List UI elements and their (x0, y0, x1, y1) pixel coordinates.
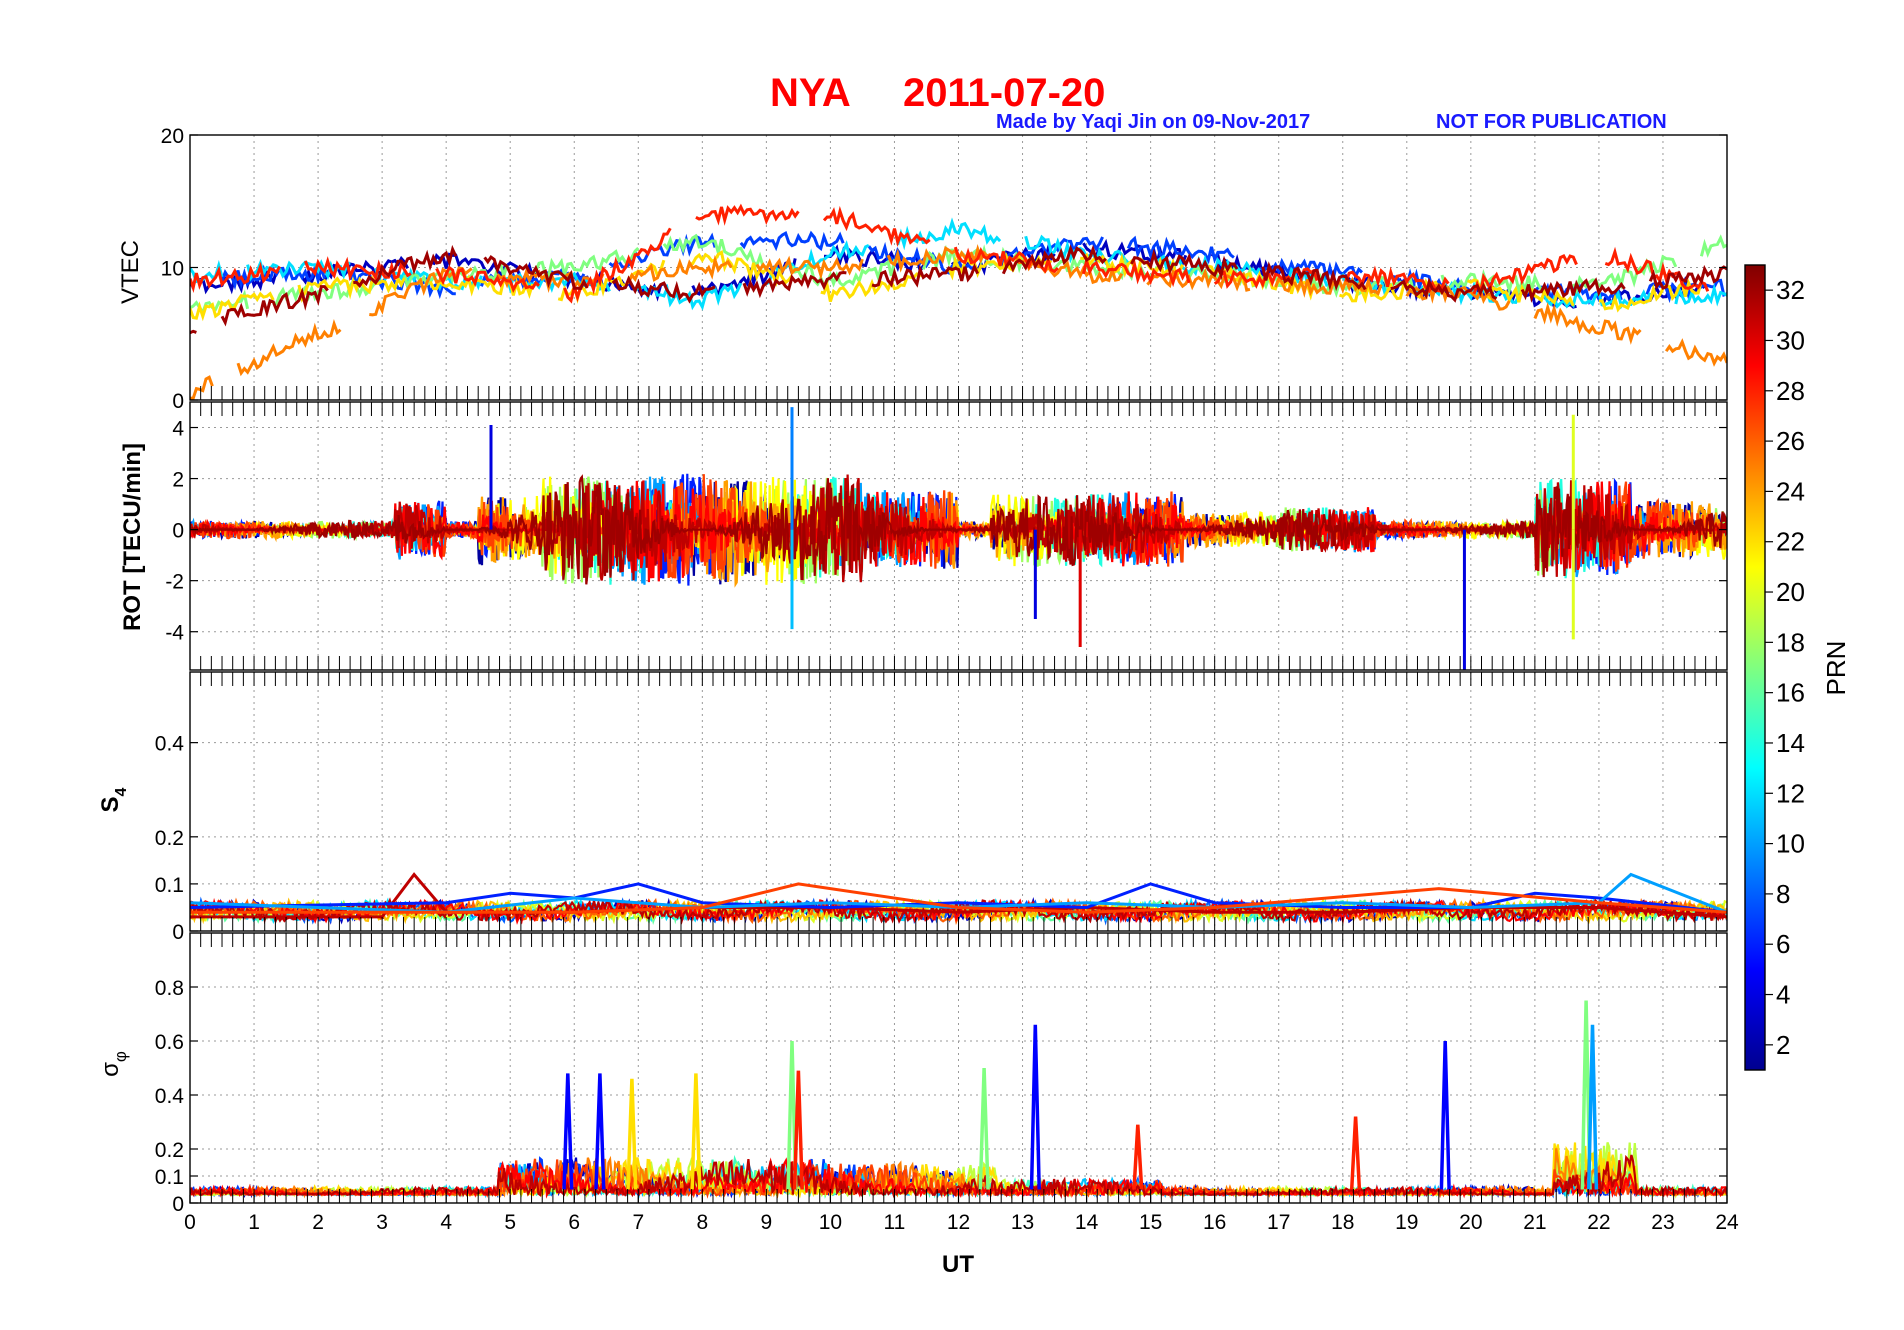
colorbar-tick-label: 28 (1776, 376, 1805, 406)
vtec-panel: 0 10 20 (161, 125, 1728, 413)
y-tick-label: 0 (172, 390, 184, 413)
y-tick-label: 0.1 (155, 874, 184, 897)
x-tick-label: 9 (761, 1211, 773, 1234)
y-tick-label: -2 (165, 571, 184, 594)
sigma-phi-panel: 00.10.20.40.60.80 1 2 3 4 5 6 7 8 9 10 11 12 13 14 15 16… (155, 932, 1739, 1234)
sigma-spike-prn-5 (1029, 1024, 1041, 1190)
sigma-spike-prn-5 (1439, 1040, 1451, 1190)
x-tick-label: 18 (1331, 1211, 1354, 1234)
x-tick-label: 4 (440, 1211, 452, 1234)
colorbar-tick-label: 22 (1776, 527, 1805, 557)
x-tick-label: 15 (1139, 1211, 1162, 1234)
x-tick-label: 14 (1075, 1211, 1099, 1234)
prn-colorbar: 2468101214161820222426283032 PRN (1744, 264, 1851, 1071)
figure: NYA 2011-07-20 Made by Yaqi Jin on 09-No… (97, 71, 1851, 1278)
colorbar-tick-label: 16 (1776, 678, 1805, 708)
y-tick-label: 0.1 (155, 1166, 184, 1189)
colorbar-tick-label: 6 (1776, 929, 1790, 959)
sigma-phi-axis-label: σφ (97, 1051, 130, 1077)
x-tick-label: 8 (696, 1211, 708, 1234)
x-tick-label: 23 (1651, 1211, 1674, 1234)
colorbar-tick-label: 24 (1776, 476, 1805, 506)
x-tick-label: 7 (632, 1211, 644, 1234)
y-tick-label: 0.4 (155, 733, 185, 756)
colorbar-tick-label: 14 (1776, 728, 1805, 758)
sigma-spike-prn-28 (1349, 1116, 1362, 1190)
title-station: NYA (770, 71, 851, 115)
colorbar-tick-label: 32 (1776, 275, 1805, 305)
panel-frame (189, 671, 1728, 932)
y-tick-label: 0 (172, 520, 184, 543)
x-tick-label: 10 (819, 1211, 842, 1234)
x-tick-label: 19 (1395, 1211, 1418, 1234)
x-tick-label: 20 (1459, 1211, 1482, 1234)
x-tick-label: 21 (1523, 1211, 1546, 1234)
colorbar-tick-label: 8 (1776, 879, 1790, 909)
colorbar-strip (1744, 264, 1766, 1071)
x-tick-label: 1 (248, 1211, 260, 1234)
x-tick-label: 22 (1587, 1211, 1610, 1234)
y-tick-label: 0 (172, 921, 184, 944)
x-tick-label: 13 (1011, 1211, 1034, 1234)
y-tick-label: 4 (172, 418, 184, 441)
data-layer (190, 872, 1727, 926)
colorbar-tick-label: 26 (1776, 426, 1805, 456)
vtec-axis-label: VTEC (117, 240, 144, 304)
y-tick-label: -4 (165, 622, 184, 645)
s4-panel: 0 0.1 0.2 0.4 (155, 671, 1728, 944)
y-tick-label: 0.2 (155, 827, 184, 850)
y-tick-label: 0.2 (155, 1139, 184, 1162)
colorbar-tick-label: 4 (1776, 980, 1790, 1010)
x-tick-label: 3 (376, 1211, 388, 1234)
x-tick-label: 5 (504, 1211, 516, 1234)
x-tick-label: 11 (884, 1211, 906, 1234)
y-tick-label: 0.8 (155, 977, 184, 1000)
colorbar-tick-label: 10 (1776, 829, 1805, 859)
y-tick-label: 10 (161, 258, 184, 281)
x-tick-label: 12 (947, 1211, 970, 1234)
colorbar-tick-label: 12 (1776, 778, 1805, 808)
credit-notice: NOT FOR PUBLICATION (1436, 111, 1667, 133)
colorbar-tick-label: 30 (1776, 325, 1805, 355)
y-tick-label: 0.4 (155, 1085, 185, 1108)
x-tick-label: 17 (1267, 1211, 1290, 1234)
colorbar-label: PRN (1821, 641, 1851, 696)
x-tick-label: 2 (312, 1211, 324, 1234)
colorbar-tick-label: 20 (1776, 577, 1805, 607)
x-tick-label: 6 (568, 1211, 580, 1234)
x-tick-label: 16 (1203, 1211, 1226, 1234)
colorbar-tick-label: 2 (1776, 1030, 1790, 1060)
x-axis-label: UT (942, 1251, 974, 1278)
credit-made-by: Made by Yaqi Jin on 09-Nov-2017 (996, 111, 1310, 133)
rot-axis-label: ROT [TECU/min] (119, 443, 146, 631)
colorbar-tick-label: 18 (1776, 627, 1805, 657)
y-tick-label: 2 (172, 469, 184, 492)
x-tick-label: 0 (184, 1211, 196, 1234)
y-tick-label: 0.6 (155, 1031, 184, 1054)
x-tick-label: 24 (1715, 1211, 1739, 1234)
y-tick-label: 20 (161, 125, 184, 148)
rot-panel: -4 -2 0 2 4 (165, 401, 1728, 671)
s4-axis-label: S4 (97, 787, 130, 812)
title-date: 2011-07-20 (903, 71, 1105, 115)
y-tick-label: 0 (172, 1193, 184, 1216)
